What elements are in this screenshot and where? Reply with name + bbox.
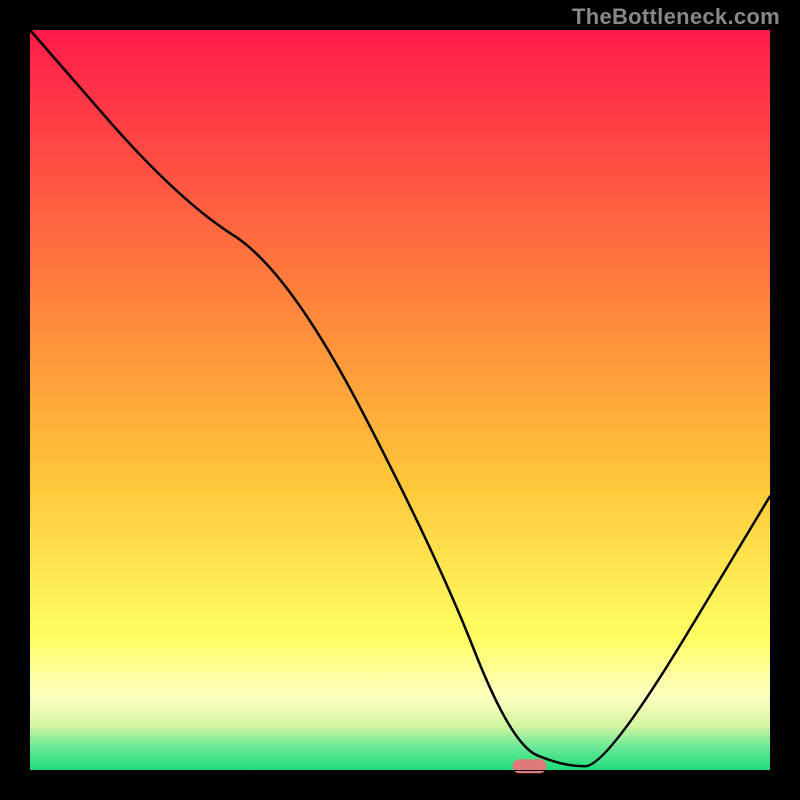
watermark-text: TheBottleneck.com <box>572 4 780 30</box>
plot-background <box>30 30 770 770</box>
highlight-marker <box>513 759 547 773</box>
